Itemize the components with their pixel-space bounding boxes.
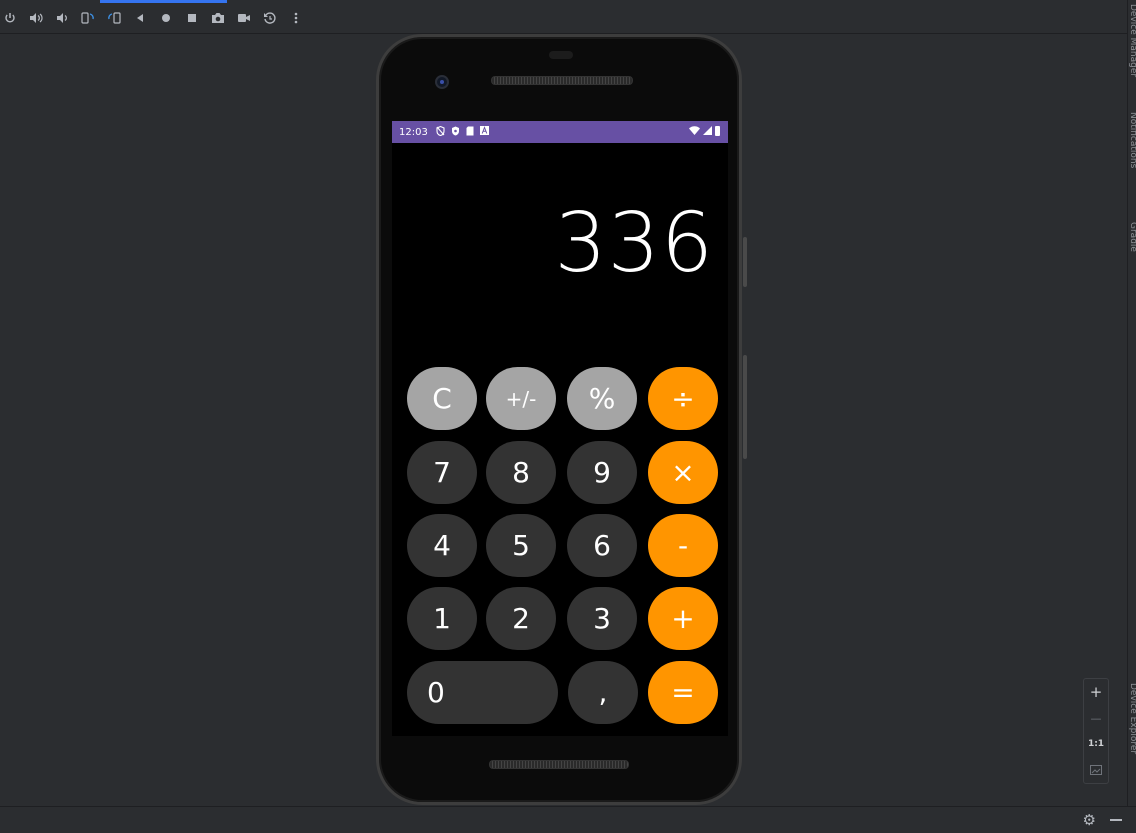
fit-screen-icon[interactable] (1084, 758, 1108, 782)
zoom-in-button[interactable]: + (1084, 680, 1108, 704)
notifications-tab[interactable]: Notifications (1126, 112, 1136, 190)
bottom-speaker (489, 760, 629, 769)
screen-record-icon[interactable] (236, 10, 252, 26)
overview-icon[interactable] (184, 10, 200, 26)
gradle-tab[interactable]: Gradle (1126, 222, 1136, 268)
right-tool-stripe: Device Manager Notifications Gradle Devi… (1127, 0, 1136, 833)
back-icon[interactable] (132, 10, 148, 26)
cell-signal-icon (703, 126, 712, 138)
digit-9-button[interactable]: 9 (567, 441, 637, 504)
calculator-display: 336 (554, 196, 714, 291)
volume-up-icon[interactable] (28, 10, 44, 26)
digit-3-button[interactable]: 3 (567, 587, 637, 650)
shield-off-icon (436, 125, 445, 139)
equals-button[interactable]: = (648, 661, 718, 724)
reset-icon[interactable] (262, 10, 278, 26)
status-bar: 12:03 (392, 121, 728, 143)
multiply-button[interactable]: × (648, 441, 718, 504)
digit-6-button[interactable]: 6 (567, 514, 637, 577)
more-options-icon[interactable] (288, 10, 304, 26)
active-tab-indicator (100, 0, 227, 3)
digit-8-button[interactable]: 8 (486, 441, 556, 504)
digit-2-button[interactable]: 2 (486, 587, 556, 650)
home-icon[interactable] (158, 10, 174, 26)
gear-icon[interactable]: ⚙ (1083, 811, 1096, 829)
volume-side-button (743, 355, 747, 459)
bottom-status-bar: ⚙ (0, 806, 1136, 833)
shield-icon (451, 126, 460, 139)
decimal-comma-button[interactable]: , (568, 661, 638, 724)
volume-down-icon[interactable] (54, 10, 70, 26)
device-screen: 12:03 336 C +/- % ÷ 7 8 9 × 4 5 6 - 1 2 … (392, 121, 728, 736)
screenshot-icon[interactable] (210, 10, 226, 26)
wifi-icon (689, 126, 700, 138)
power-side-button (743, 237, 747, 287)
percent-button[interactable]: % (567, 367, 637, 430)
device-manager-tab[interactable]: Device Manager (1126, 4, 1136, 84)
battery-icon (715, 126, 720, 136)
zoom-controls: + — 1:1 (1083, 678, 1109, 784)
status-right-icons (689, 126, 720, 138)
subtract-button[interactable]: - (648, 514, 718, 577)
digit-4-button[interactable]: 4 (407, 514, 477, 577)
actual-size-button[interactable]: 1:1 (1084, 732, 1108, 756)
divide-button[interactable]: ÷ (648, 367, 718, 430)
proximity-sensor (549, 51, 573, 59)
plus-minus-button[interactable]: +/- (486, 367, 556, 430)
digit-5-button[interactable]: 5 (486, 514, 556, 577)
sd-card-icon (466, 126, 474, 139)
device-explorer-tab[interactable]: Device Explorer (1126, 683, 1136, 775)
rotate-left-icon[interactable] (80, 10, 96, 26)
device-frame: 12:03 336 C +/- % ÷ 7 8 9 × 4 5 6 - 1 2 … (376, 34, 747, 805)
status-time: 12:03 (399, 126, 428, 138)
earpiece-speaker (491, 76, 633, 85)
rotate-right-icon[interactable] (106, 10, 122, 26)
digit-1-button[interactable]: 1 (407, 587, 477, 650)
minimize-icon[interactable] (1110, 819, 1122, 821)
add-button[interactable]: + (648, 587, 718, 650)
front-camera-icon (435, 75, 449, 89)
emulator-toolbar (0, 0, 1128, 34)
zoom-out-button[interactable]: — (1084, 706, 1108, 730)
digit-0-button[interactable]: 0 (407, 661, 558, 724)
font-icon (479, 126, 489, 138)
clear-button[interactable]: C (407, 367, 477, 430)
digit-7-button[interactable]: 7 (407, 441, 477, 504)
power-icon[interactable] (2, 10, 18, 26)
